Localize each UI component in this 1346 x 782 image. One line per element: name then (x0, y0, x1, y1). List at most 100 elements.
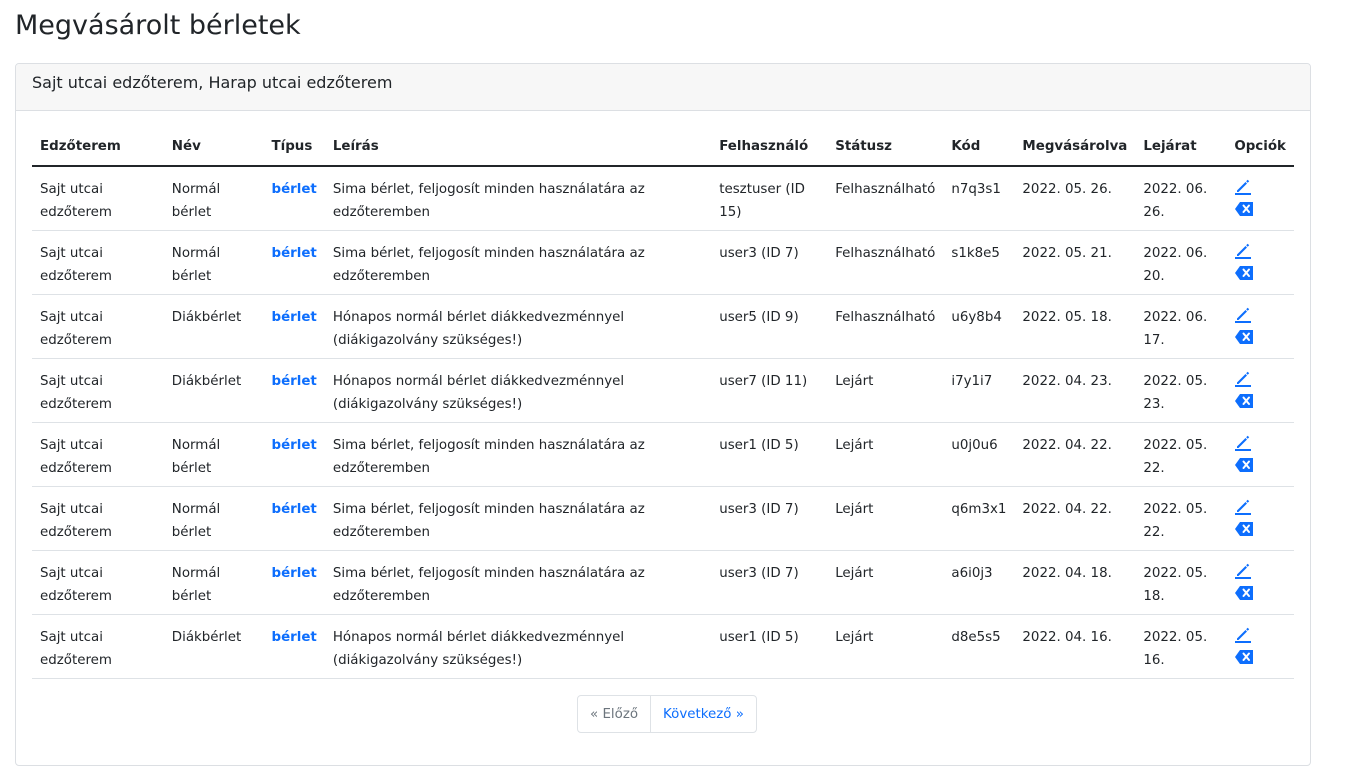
cell-status: Felhasználható (827, 166, 944, 231)
cell-type[interactable]: bérlet (263, 230, 325, 295)
cell-gym: Sajt utcai edzőterem (32, 294, 164, 359)
table-row: Sajt utcai edzőterem Normál bérlet bérlet S… (32, 166, 1294, 231)
cell-description: Hónapos normál bérlet diákkedvezménnyel … (324, 294, 712, 359)
cell-status: Lejárt (827, 486, 944, 551)
pagination-next-button[interactable]: Következő » (651, 696, 756, 732)
cell-code: q6m3x1 (943, 486, 1015, 551)
cell-options (1226, 166, 1294, 231)
pagination: « Előző Következő » (577, 695, 757, 733)
cell-name: Normál bérlet (163, 550, 264, 615)
cell-code: u0j0u6 (943, 422, 1015, 487)
cell-gym: Sajt utcai edzőterem (32, 230, 164, 295)
cell-name: Diákbérlet (163, 614, 264, 679)
cell-name: Normál bérlet (163, 422, 264, 487)
cell-type[interactable]: bérlet (263, 550, 325, 615)
cell-options (1226, 486, 1294, 551)
pencil-icon[interactable] (1234, 369, 1254, 389)
cell-purchased: 2022. 05. 21. (1014, 230, 1136, 295)
cell-user: user1 (ID 5) (711, 614, 828, 679)
column-header-expiry: Lejárat (1135, 127, 1227, 167)
cell-expiry: 2022. 05. 22. (1135, 486, 1227, 551)
column-header-name: Név (163, 127, 264, 167)
cell-code: u6y8b4 (943, 294, 1015, 359)
cell-purchased: 2022. 04. 18. (1014, 550, 1136, 615)
pencil-icon[interactable] (1234, 433, 1254, 453)
delete-icon[interactable] (1234, 393, 1254, 413)
cell-code: a6i0j3 (943, 550, 1015, 615)
cell-status: Felhasználható (827, 294, 944, 359)
column-header-description: Leírás (324, 127, 712, 167)
table-row: Sajt utcai edzőterem Diákbérlet bérlet Hóna… (32, 294, 1294, 359)
cell-gym: Sajt utcai edzőterem (32, 486, 164, 551)
column-header-gym: Edzőterem (32, 127, 164, 167)
cell-name: Normál bérlet (163, 230, 264, 295)
delete-icon[interactable] (1234, 649, 1254, 669)
cell-type[interactable]: bérlet (263, 294, 325, 359)
cell-user: user3 (ID 7) (711, 230, 828, 295)
table-header-row: Edzőterem Név Típus Leírás Felhasználó S… (32, 127, 1294, 167)
pencil-icon[interactable] (1234, 305, 1254, 325)
pencil-icon[interactable] (1234, 625, 1254, 645)
cell-expiry: 2022. 05. 16. (1135, 614, 1227, 679)
cell-purchased: 2022. 04. 22. (1014, 486, 1136, 551)
cell-user: user3 (ID 7) (711, 486, 828, 551)
pencil-icon[interactable] (1234, 561, 1254, 581)
cell-name: Normál bérlet (163, 166, 264, 231)
cell-type[interactable]: bérlet (263, 486, 325, 551)
cell-name: Diákbérlet (163, 358, 264, 423)
table-body: Sajt utcai edzőterem Normál bérlet bérlet S… (32, 166, 1294, 679)
cell-description: Sima bérlet, feljogosít minden használat… (324, 486, 712, 551)
cell-description: Hónapos normál bérlet diákkedvezménnyel … (324, 614, 712, 679)
column-header-user: Felhasználó (711, 127, 828, 167)
pagination-prev-button[interactable]: « Előző (578, 696, 652, 732)
pencil-icon[interactable] (1234, 241, 1254, 261)
cell-description: Sima bérlet, feljogosít minden használat… (324, 422, 712, 487)
cell-status: Lejárt (827, 614, 944, 679)
passes-table: Edzőterem Név Típus Leírás Felhasználó S… (32, 127, 1294, 679)
cell-user: user1 (ID 5) (711, 422, 828, 487)
cell-description: Sima bérlet, feljogosít minden használat… (324, 230, 712, 295)
cell-gym: Sajt utcai edzőterem (32, 614, 164, 679)
cell-options (1226, 230, 1294, 295)
cell-options (1226, 294, 1294, 359)
cell-gym: Sajt utcai edzőterem (32, 166, 164, 231)
cell-type[interactable]: bérlet (263, 614, 325, 679)
cell-gym: Sajt utcai edzőterem (32, 422, 164, 487)
pencil-icon[interactable] (1234, 497, 1254, 517)
card-header: Sajt utcai edzőterem, Harap utcai edzőte… (16, 64, 1310, 111)
cell-name: Normál bérlet (163, 486, 264, 551)
cell-name: Diákbérlet (163, 294, 264, 359)
column-header-type: Típus (263, 127, 325, 167)
cell-user: tesztuser (ID 15) (711, 166, 828, 231)
delete-icon[interactable] (1234, 457, 1254, 477)
cell-expiry: 2022. 06. 26. (1135, 166, 1227, 231)
cell-expiry: 2022. 06. 20. (1135, 230, 1227, 295)
cell-code: s1k8e5 (943, 230, 1015, 295)
cell-user: user3 (ID 7) (711, 550, 828, 615)
cell-description: Hónapos normál bérlet diákkedvezménnyel … (324, 358, 712, 423)
cell-type[interactable]: bérlet (263, 358, 325, 423)
delete-icon[interactable] (1234, 265, 1254, 285)
column-header-code: Kód (943, 127, 1015, 167)
table-row: Sajt utcai edzőterem Diákbérlet bérlet Hóna… (32, 614, 1294, 679)
cell-expiry: 2022. 05. 18. (1135, 550, 1227, 615)
cell-purchased: 2022. 04. 22. (1014, 422, 1136, 487)
cell-type[interactable]: bérlet (263, 166, 325, 231)
column-header-status: Státusz (827, 127, 944, 167)
pencil-icon[interactable] (1234, 177, 1254, 197)
cell-gym: Sajt utcai edzőterem (32, 358, 164, 423)
cell-purchased: 2022. 05. 18. (1014, 294, 1136, 359)
cell-options (1226, 614, 1294, 679)
table-row: Sajt utcai edzőterem Normál bérlet bérlet S… (32, 422, 1294, 487)
page-title: Megvásárolt bérletek (15, 10, 301, 41)
delete-icon[interactable] (1234, 585, 1254, 605)
cell-options (1226, 358, 1294, 423)
cell-expiry: 2022. 05. 23. (1135, 358, 1227, 423)
cell-purchased: 2022. 04. 16. (1014, 614, 1136, 679)
column-header-options: Opciók (1226, 127, 1294, 167)
cell-description: Sima bérlet, feljogosít minden használat… (324, 550, 712, 615)
delete-icon[interactable] (1234, 329, 1254, 349)
cell-type[interactable]: bérlet (263, 422, 325, 487)
delete-icon[interactable] (1234, 201, 1254, 221)
delete-icon[interactable] (1234, 521, 1254, 541)
